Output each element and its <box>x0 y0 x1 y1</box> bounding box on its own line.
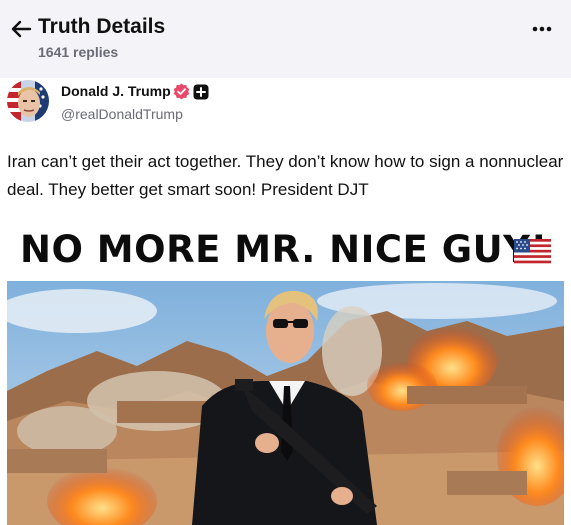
post-image[interactable] <box>7 281 564 525</box>
page-title: Truth Details <box>38 15 166 38</box>
image-headline: NO MORE MR. NICE GUY! <box>20 228 548 271</box>
top-bar: Truth Details 1641 replies <box>0 0 571 78</box>
more-horizontal-icon[interactable] <box>530 18 554 40</box>
plus-badge-icon <box>193 84 209 100</box>
us-flag-emoji <box>514 239 551 264</box>
author-name[interactable]: Donald J. Trump <box>61 83 171 99</box>
reply-count: 1641 replies <box>38 44 119 60</box>
arrow-left-icon[interactable] <box>10 18 32 40</box>
verified-badge-icon <box>173 83 190 100</box>
post-text: Iran can’t get their act together. They … <box>7 152 564 199</box>
avatar[interactable] <box>7 80 49 122</box>
author-handle[interactable]: @realDonaldTrump <box>61 106 183 122</box>
